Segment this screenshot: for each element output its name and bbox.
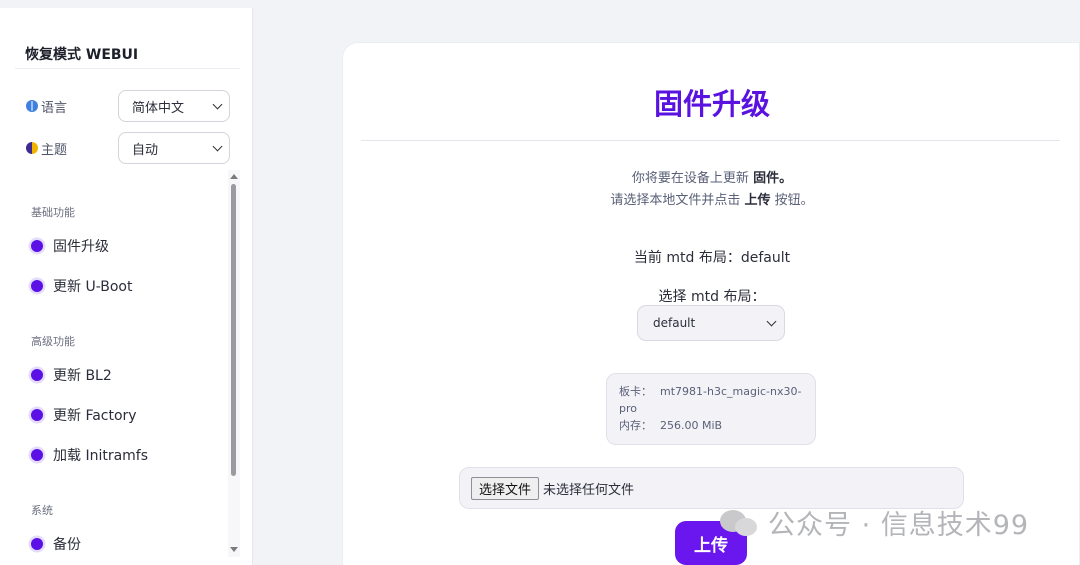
chevron-down-icon: [766, 316, 777, 326]
current-mtd-layout: 当前 mtd 布局：default: [633, 250, 791, 266]
board-key: 板卡：: [619, 385, 652, 398]
mtd-layout-select[interactable]: default: [637, 305, 785, 341]
scroll-down-arrow-icon[interactable]: [230, 547, 238, 552]
file-status: 未选择任何文件: [543, 482, 635, 498]
intro-text: 请选择本地文件并点击: [610, 193, 745, 208]
intro-line-1: 你将要在设备上更新 固件。: [343, 167, 1080, 186]
nav-item-label: 备份: [53, 537, 81, 553]
bullet-dot-icon: [31, 369, 43, 381]
nav-group-basic: 基础功能: [31, 206, 75, 219]
nav-item-label: 固件升级: [53, 239, 109, 255]
sidebar-scroll-thumb[interactable]: [231, 184, 236, 476]
chevron-down-icon: [212, 141, 223, 151]
firmware-upgrade-card: 固件升级 你将要在设备上更新 固件。 请选择本地文件并点击 上传 按钮。 当前 …: [342, 42, 1080, 565]
nav-item-uboot[interactable]: 更新 U-Boot: [31, 276, 132, 296]
watermark-text: 公众号 · 信息技术99: [768, 510, 1030, 541]
nav-item-label: 更新 Factory: [53, 408, 137, 424]
chevron-down-icon: [212, 99, 223, 109]
brand-title: 恢复模式 WEBUI: [25, 47, 139, 63]
theme-icon: [26, 142, 38, 154]
theme-setting: 主题 自动: [26, 132, 230, 164]
bullet-dot-icon: [31, 240, 43, 252]
theme-label-wrap: 主题: [26, 139, 118, 158]
sidebar: 恢复模式 WEBUI 语言 简体中文 主题 自动 基础功能 固件升级 更新 U-…: [0, 8, 253, 565]
bullet-dot-icon: [31, 538, 43, 550]
nav-item-label: 加载 Initramfs: [53, 448, 149, 464]
nav-item-bl2[interactable]: 更新 BL2: [31, 365, 112, 385]
nav-item-backup[interactable]: 备份: [31, 534, 81, 554]
language-label: 语言: [41, 100, 68, 116]
intro-line-2: 请选择本地文件并点击 上传 按钮。: [343, 189, 1080, 208]
theme-label: 主题: [41, 142, 68, 158]
nav-item-initramfs[interactable]: 加载 Initramfs: [31, 445, 148, 465]
divider: [15, 68, 240, 69]
theme-select-value: 自动: [132, 142, 159, 158]
device-info-box: 板卡： mt7981-h3c_magic-nx30-pro 内存： 256.00 M…: [606, 373, 816, 445]
page-title: 固件升级: [653, 87, 770, 121]
intro-text: 你将要在设备上更新: [631, 171, 754, 186]
nav-item-firmware[interactable]: 固件升级: [31, 236, 109, 256]
language-select-value: 简体中文: [132, 100, 185, 116]
mtd-layout-label: 选择 mtd 布局：: [658, 289, 766, 305]
divider: [361, 140, 1060, 141]
language-setting: 语言 简体中文: [26, 90, 230, 122]
bullet-dot-icon: [31, 280, 43, 292]
language-label-wrap: 语言: [26, 97, 118, 116]
intro-bold: 固件。: [753, 171, 793, 186]
intro-bold: 上传: [744, 193, 771, 208]
board-info: 板卡： mt7981-h3c_magic-nx30-pro: [619, 383, 803, 417]
scroll-up-arrow-icon[interactable]: [230, 174, 238, 179]
memory-key: 内存：: [619, 419, 652, 432]
nav-item-factory[interactable]: 更新 Factory: [31, 405, 137, 425]
nav-group-system: 系统: [31, 504, 53, 517]
nav-item-label: 更新 BL2: [53, 368, 112, 384]
wechat-icon: [720, 508, 760, 538]
watermark: 公众号 · 信息技术99: [720, 503, 1029, 542]
memory-value: 256.00 MiB: [660, 419, 723, 432]
nav-group-advanced: 高级功能: [31, 335, 75, 348]
memory-info: 内存： 256.00 MiB: [619, 417, 803, 434]
globe-icon: [26, 100, 38, 112]
language-select[interactable]: 简体中文: [118, 90, 230, 122]
intro-text: 按钮。: [770, 193, 814, 208]
nav-item-label: 更新 U-Boot: [53, 279, 133, 295]
choose-file-button[interactable]: 选择文件: [471, 476, 540, 500]
mtd-layout-select-value: default: [653, 316, 696, 330]
theme-select[interactable]: 自动: [118, 132, 230, 164]
bullet-dot-icon: [31, 449, 43, 461]
bullet-dot-icon: [31, 409, 43, 421]
